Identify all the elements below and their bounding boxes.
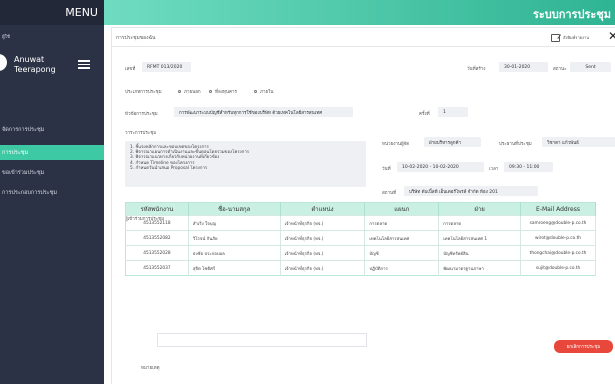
chair-field: วิชาดา แก้วพันธ์	[542, 137, 615, 147]
sidebar-item-label: การประกอบการประชุม	[2, 189, 58, 196]
edit-icon	[551, 33, 560, 42]
column-header: ชื่อ-นามสกุล	[188, 202, 281, 216]
user-role: ผู้ใช้	[2, 35, 10, 40]
column-header: E-Mail Address	[520, 202, 596, 216]
table-row[interactable]: 4513552082 วิโรจน์ กันภัย เจ้าหน้าที่ธุร…	[125, 230, 596, 246]
meeting-date-label: วันที่	[382, 167, 391, 172]
sidebar-item-meeting[interactable]: การประชุม	[0, 145, 104, 160]
column-header: แผนก	[364, 202, 440, 216]
department-cell: บัญชี	[364, 245, 440, 261]
radio-label: ภายนอก	[184, 90, 201, 95]
note-label: หมายเหตุ	[141, 366, 160, 371]
email-cell: samroeng@double-p.co.th	[520, 215, 596, 231]
user-name: Anuwat Teerapong	[14, 55, 56, 75]
agenda-label: วาระการประชุม	[125, 131, 157, 136]
name-cell: วิโรจน์ กันภัย	[188, 230, 281, 246]
column-header: รหัสพนักงาน	[125, 202, 189, 216]
cancel-meeting-button[interactable]: ยกเลิกการประชุม	[554, 340, 613, 353]
sidebar-item-meeting-setup[interactable]: การประกอบการประชุม	[0, 185, 104, 200]
employee-id-cell: 4513552037	[125, 260, 189, 276]
meeting-type-venue-radio[interactable]: ที่ลงทุนคาร	[209, 88, 237, 95]
user-first-name: Anuwat	[14, 55, 45, 64]
sidebar-item-join-request[interactable]: ขอเข้าร่วมประชุม	[0, 165, 104, 180]
radio-icon	[178, 90, 181, 93]
table-row[interactable]: 4513552037 สุจิต โชติศรี เจ้าหน้าที่ธุรก…	[125, 260, 596, 276]
radio-label: ภายใน	[260, 90, 274, 95]
employee-id-cell: 4513552118	[125, 215, 189, 231]
division-cell: เทคโนโลยีสารสนเทศ 1	[438, 230, 522, 246]
status-label: สถานะ	[553, 67, 567, 72]
email-cell: sujit@double-p.co.th	[520, 260, 596, 276]
doc-no-field: RFMT 013/2020	[142, 62, 191, 72]
column-header: ฝ่าย	[438, 202, 522, 216]
sidebar-item-label: การประชุม	[2, 149, 29, 156]
position-cell: เจ้าหน้าที่ธุรกิจ (ทจ.)	[280, 230, 366, 246]
print-report-button[interactable]: สั่งพิมพ์รายงาน	[551, 32, 589, 43]
email-cell: thongchai@double-p.co.th	[520, 245, 596, 261]
menu-header: MENU	[0, 0, 104, 25]
radio-icon	[209, 90, 212, 93]
department-cell: การตลาด	[364, 215, 440, 231]
created-date-field: 30-01-2020	[499, 62, 548, 72]
meeting-type-label: ประเภทการประชุม	[125, 90, 162, 95]
column-header: ตำแหน่ง	[280, 202, 366, 216]
radio-icon	[254, 90, 257, 93]
employee-id-cell: 4513552028	[125, 245, 189, 261]
radio-label: ที่ลงทุนคาร	[215, 90, 237, 95]
sidebar: MENU ผู้ใช้ Anuwat Teerapong จัดการการปร…	[0, 0, 104, 384]
status-field: Sent	[570, 62, 611, 72]
created-date-label: วันที่สร้าง	[467, 67, 486, 72]
place-label: สถานที่	[382, 191, 397, 196]
divider	[112, 46, 615, 47]
name-cell: สุจิต โชติศรี	[188, 260, 281, 276]
sidebar-item-label: จัดการการประชุม	[2, 126, 45, 133]
close-icon[interactable]: ✕	[608, 30, 615, 42]
position-cell: เจ้าหน้าที่ธุรกิจ (ทจ.)	[280, 260, 366, 276]
name-cell: ธงชัย ประกอบผล	[188, 245, 281, 261]
department-cell: เทคโนโลยีสารสนเทศ	[364, 230, 440, 246]
card-title: การประชุมของฉัน	[116, 35, 156, 41]
hamburger-icon[interactable]	[78, 60, 90, 69]
meeting-time-label: เวลา	[489, 167, 499, 172]
table-row[interactable]: 4513552118 สำเริง ใจบุญ เจ้าหน้าที่ธุรกิ…	[125, 215, 596, 231]
division-cell: พัฒนามาตรฐานภาษา	[438, 260, 522, 276]
agenda-item: 5. กำหนดวันนำเสนอ Proposal โครงการ	[130, 165, 208, 171]
topic-field: การพัฒนาระบบบัญชีสำหรับทุกการใช้ของบริษั…	[174, 107, 353, 117]
system-title: ระบบการประชุม	[532, 8, 611, 21]
organizer-unit-field: ฝ่ายบริหารลูกค้า	[424, 137, 481, 147]
department-cell: ปฏิบัติการ	[364, 260, 440, 276]
place-field: บริษัท ดับเบิ้ลพี เอ็นเตอร์ไพรส์ จำกัด ห…	[404, 186, 538, 196]
top-bar: ระบบการประชุม	[104, 0, 615, 25]
position-cell: เจ้าหน้าที่ธุรกิจ (ทจ.)	[280, 245, 366, 261]
meeting-type-internal-radio[interactable]: ภายใน	[254, 88, 273, 95]
avatar	[0, 54, 7, 71]
agenda-textbox: 1. ชี้แจงหลักการและขอบเขตของโครงการ 2. พ…	[125, 141, 366, 187]
sidebar-item-manage-meeting[interactable]: จัดการการประชุม	[0, 122, 104, 137]
name-cell: สำเริง ใจบุญ	[188, 215, 281, 231]
employee-id-cell: 4513552082	[125, 230, 189, 246]
chair-label: ประธานที่ประชุม	[499, 142, 532, 147]
email-cell: wirot@double-p.co.th	[520, 230, 596, 246]
meeting-date-field: 10-02-2020 - 10-02-2020	[397, 162, 484, 172]
organizer-unit-label: หน่วยงานผู้จัด	[382, 142, 410, 147]
division-cell: การตลาด	[438, 215, 522, 231]
print-report-label: สั่งพิมพ์รายงาน	[563, 35, 589, 40]
doc-no-label: เลขที่	[125, 67, 136, 72]
division-cell: บัญชีทรัพย์สิน	[438, 245, 522, 261]
round-field: 1	[438, 107, 468, 117]
sidebar-item-label: ขอเข้าร่วมประชุม	[2, 169, 45, 176]
meeting-type-external-radio[interactable]: ภายนอก	[178, 88, 201, 95]
attendees-table: รหัสพนักงาน ชื่อ-นามสกุล ตำแหน่ง แผนก ฝ่…	[125, 202, 596, 276]
meeting-time-field: 09:30 - 11:00	[504, 162, 553, 172]
table-row[interactable]: 4513552028 ธงชัย ประกอบผล เจ้าหน้าที่ธุร…	[125, 245, 596, 261]
topic-label: หัวข้อการประชุม	[125, 112, 158, 117]
position-cell: เจ้าหน้าที่ธุรกิจ (ทจ.)	[280, 215, 366, 231]
note-input[interactable]	[157, 333, 367, 347]
round-label: ครั้งที่	[419, 112, 430, 117]
table-header-row: รหัสพนักงาน ชื่อ-นามสกุล ตำแหน่ง แผนก ฝ่…	[125, 202, 596, 216]
user-last-name: Teerapong	[14, 65, 56, 74]
menu-label: MENU	[65, 6, 98, 19]
